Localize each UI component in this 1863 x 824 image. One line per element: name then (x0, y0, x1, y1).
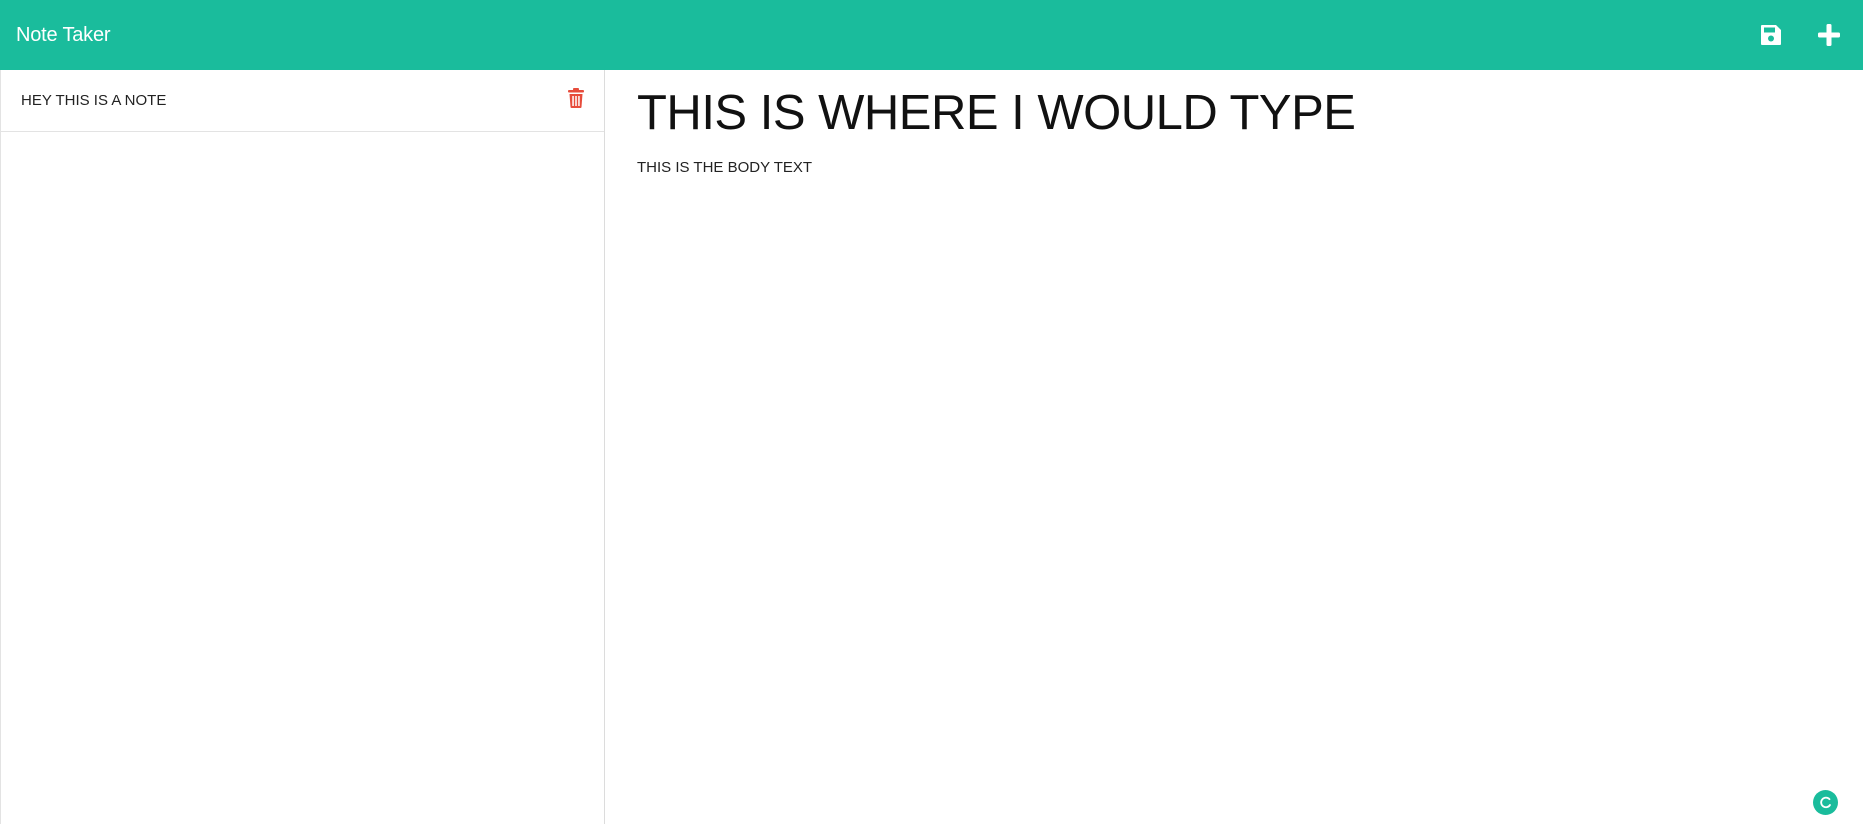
note-editor: THIS IS WHERE I WOULD TYPE THIS IS THE B… (605, 70, 1863, 824)
list-item[interactable]: HEY THIS IS A NOTE (1, 70, 604, 132)
save-icon[interactable] (1757, 21, 1785, 49)
notes-sidebar: HEY THIS IS A NOTE (0, 70, 605, 824)
navbar: Note Taker (0, 0, 1863, 70)
note-item-title: HEY THIS IS A NOTE (21, 92, 167, 109)
app-title[interactable]: Note Taker (16, 24, 111, 47)
assistant-badge-icon[interactable] (1813, 790, 1838, 815)
note-title-input[interactable]: THIS IS WHERE I WOULD TYPE (637, 80, 1831, 146)
nav-actions (1757, 21, 1843, 49)
trash-icon[interactable] (566, 87, 586, 109)
note-body-textarea[interactable]: THIS IS THE BODY TEXT (637, 158, 1831, 178)
plus-icon[interactable] (1815, 21, 1843, 49)
